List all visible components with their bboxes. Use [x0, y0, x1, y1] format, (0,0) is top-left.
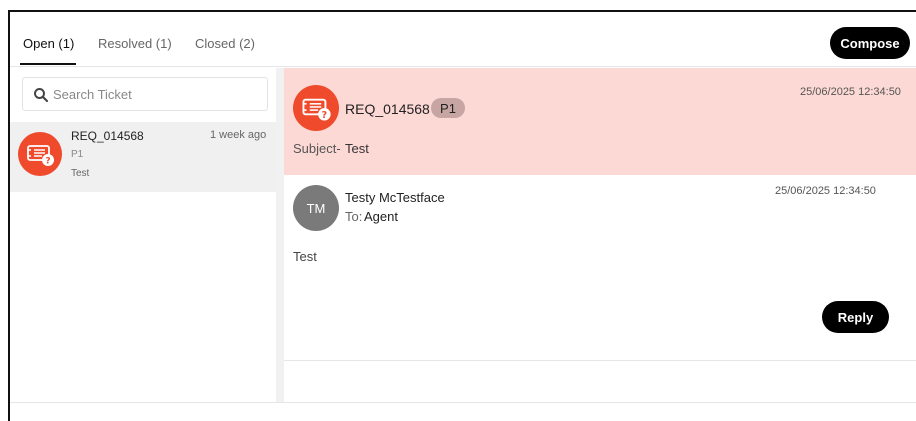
ticket-list-item[interactable]: ? REQ_014568 1 week ago P1 Test: [10, 122, 276, 192]
sender-name: Testy McTestface: [345, 190, 445, 205]
top-bar: Open (1) Resolved (1) Closed (2) Compose: [10, 12, 916, 67]
ticket-header: ? REQ_014568 P1 25/06/2025 12:34:50 Subj…: [284, 68, 916, 175]
priority-badge: P1: [431, 98, 465, 118]
ticket-detail-panel: ? REQ_014568 P1 25/06/2025 12:34:50 Subj…: [284, 68, 916, 402]
ticket-avatar: ?: [18, 132, 62, 176]
tab-closed[interactable]: Closed (2): [195, 36, 255, 51]
search-input[interactable]: [53, 78, 265, 110]
search-box: [22, 77, 268, 111]
bottom-divider: [10, 402, 916, 403]
ticket-list-panel: ? REQ_014568 1 week ago P1 Test: [10, 68, 276, 402]
svg-text:?: ?: [322, 110, 327, 121]
compose-button[interactable]: Compose: [830, 27, 910, 59]
support-inbox-window: Open (1) Resolved (1) Closed (2) Compose: [8, 10, 916, 421]
ticket-time: 1 week ago: [210, 129, 267, 141]
subject-value: Test: [345, 141, 369, 156]
message-body: Test: [293, 249, 317, 264]
list-scrollbar[interactable]: [276, 68, 284, 402]
tab-resolved[interactable]: Resolved (1): [98, 36, 172, 51]
recipient-label: To:: [345, 209, 363, 224]
message-timestamp: 25/06/2025 12:34:50: [775, 185, 876, 197]
sender-avatar: TM: [293, 185, 339, 231]
svg-text:?: ?: [45, 157, 50, 167]
subject-label: Subject-: [293, 141, 341, 156]
ticket-header-avatar: ?: [293, 85, 339, 131]
search-icon: [34, 88, 49, 103]
message-card: TM Testy McTestface To: Agent 25/06/2025…: [284, 175, 916, 361]
ticket-priority: P1: [71, 149, 84, 160]
recipient-value: Agent: [364, 209, 398, 224]
tab-open[interactable]: Open (1): [23, 36, 74, 51]
ticket-header-id: REQ_014568: [345, 101, 430, 117]
ticket-id: REQ_014568: [71, 129, 144, 143]
ticket-timestamp: 25/06/2025 12:34:50: [800, 86, 901, 98]
reply-button[interactable]: Reply: [822, 301, 889, 333]
active-tab-indicator: [20, 63, 76, 65]
ticket-subject: Test: [71, 168, 90, 179]
ticket-help-icon: ?: [302, 98, 331, 121]
ticket-help-icon: ?: [27, 145, 54, 167]
